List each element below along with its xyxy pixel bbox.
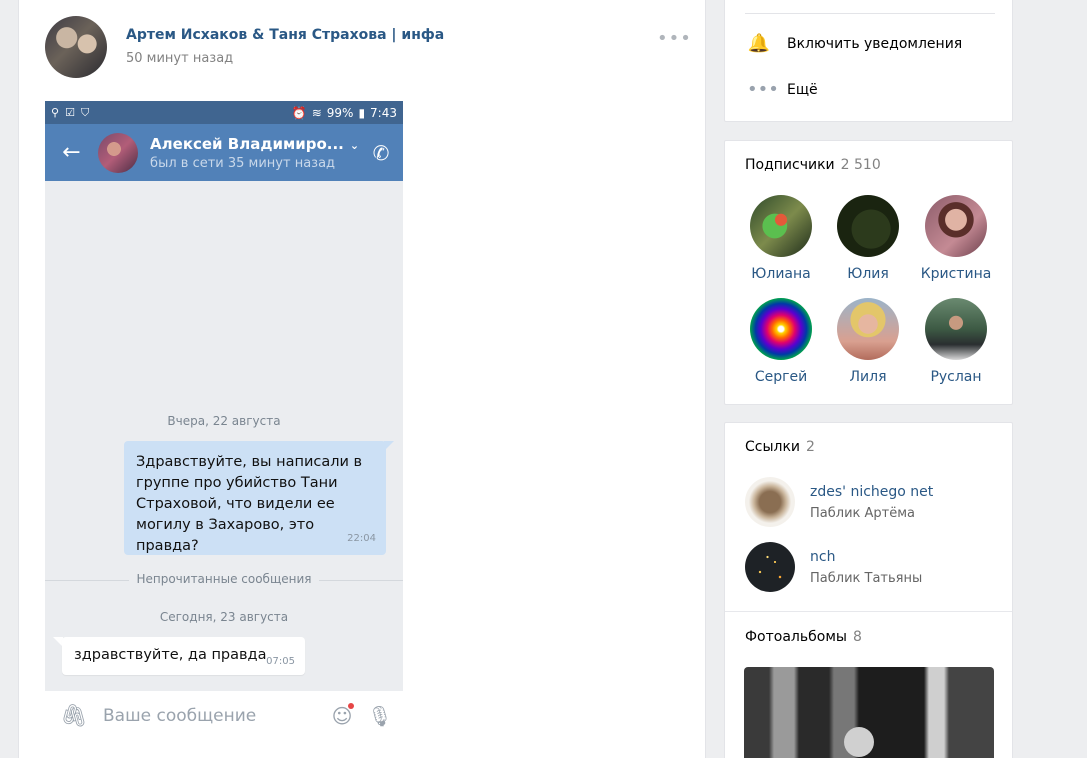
alarm-icon: ⏰ — [291, 105, 307, 120]
avatar — [837, 298, 899, 360]
group-actions-card: 🔔 Включить уведомления ••• Ещё — [724, 0, 1013, 122]
link-name[interactable]: zdes' nichego net — [810, 484, 933, 500]
chevron-down-icon: ⌄ — [349, 138, 360, 152]
outgoing-message-text: Здравствуйте, вы написали в группе про у… — [136, 454, 363, 554]
post-author-avatar[interactable] — [45, 16, 107, 78]
paperclip-icon: 🖇 — [60, 703, 88, 729]
enable-notifications-label: Включить уведомления — [787, 35, 963, 52]
bell-icon: 🔔 — [747, 33, 771, 54]
phone-call-icon: ✆ — [372, 140, 390, 165]
avatar — [745, 477, 795, 527]
chat-header: ← Алексей Владимиро... ⌄ был в сети 35 ми… — [45, 124, 403, 181]
unread-messages-label: Непрочитанные сообщения — [129, 572, 319, 586]
subscriber-name: Лиля — [849, 369, 887, 385]
subscribers-count: 2 510 — [840, 157, 881, 173]
battery-icon: ▮ — [358, 105, 366, 120]
links-count: 2 — [806, 439, 815, 455]
avatar — [750, 195, 812, 257]
incoming-message-time: 07:05 — [266, 656, 295, 667]
more-actions-label: Ещё — [787, 81, 818, 98]
avatar — [750, 298, 812, 360]
search-icon: ⚲ — [51, 106, 60, 119]
smile-icon: ☺ — [331, 703, 354, 728]
wall-post: Артем Исхаков & Таня Страхова | инфа 50 … — [18, 0, 706, 758]
day-separator-today: Сегодня, 23 августа — [159, 610, 289, 624]
albums-count: 8 — [852, 629, 862, 645]
chat-avatar — [98, 132, 139, 173]
post-author-link[interactable]: Артем Исхаков & Таня Страхова | инфа — [126, 27, 444, 43]
chat-last-seen: был в сети 35 минут назад — [150, 155, 336, 171]
more-horizontal-icon: ••• — [747, 79, 779, 100]
subscribers-card: Подписчики 2 510 Юлиана Юлия Кристина Сер… — [724, 140, 1013, 405]
more-horizontal-icon[interactable]: ••• — [657, 28, 692, 49]
outgoing-message: Здравствуйте, вы написали в группе про у… — [124, 441, 386, 555]
avatar — [925, 298, 987, 360]
subscriber-name: Юлия — [847, 266, 889, 282]
subscriber-item[interactable]: Юлия — [828, 195, 908, 282]
attached-screenshot[interactable]: ⚲ ☑ ⛉ ⏰ ≋ 99% ▮ 7:43 ← Алексей Владимиро… — [45, 101, 403, 691]
subscriber-item[interactable]: Руслан — [916, 298, 996, 385]
albums-title: Фотоальбомы — [745, 629, 847, 645]
incoming-message-text: здравствуйте, да правда — [74, 647, 267, 663]
day-separator-yesterday: Вчера, 22 августа — [167, 414, 281, 428]
subscriber-item[interactable]: Сергей — [741, 298, 821, 385]
link-item[interactable]: zdes' nichego net Паблик Артёма — [745, 477, 933, 527]
subscriber-name: Руслан — [930, 369, 982, 385]
chat-contact-name: Алексей Владимиро... — [150, 134, 344, 153]
subscriber-name: Юлиана — [751, 266, 811, 282]
enable-notifications-button[interactable]: 🔔 Включить уведомления — [747, 33, 962, 54]
subscriber-item[interactable]: Кристина — [916, 195, 996, 282]
albums-header[interactable]: Фотоальбомы 8 — [745, 629, 862, 645]
status-time: 7:43 — [370, 105, 397, 120]
battery-percent: 99% — [326, 105, 354, 120]
link-name[interactable]: nch — [810, 549, 922, 565]
microphone-icon: 🎙 — [367, 704, 393, 728]
back-arrow-icon: ← — [62, 140, 81, 165]
checklist-icon: ☑ — [65, 106, 75, 119]
album-cover[interactable] — [744, 667, 994, 758]
link-description: Паблик Артёма — [810, 505, 915, 521]
composer-placeholder: Ваше сообщение — [103, 706, 257, 726]
avatar — [745, 542, 795, 592]
subscribers-header[interactable]: Подписчики 2 510 — [745, 157, 881, 173]
links-header[interactable]: Ссылки 2 — [745, 439, 815, 455]
subscribers-title: Подписчики — [745, 157, 835, 173]
wifi-signal-icon: ≋ — [311, 105, 322, 120]
link-item[interactable]: nch Паблик Татьяны — [745, 542, 922, 592]
subscriber-name: Сергей — [754, 369, 808, 385]
subscriber-item[interactable]: Юлиана — [741, 195, 821, 282]
outgoing-message-time: 22:04 — [347, 533, 376, 544]
subscriber-item[interactable]: Лиля — [828, 298, 908, 385]
avatar — [925, 195, 987, 257]
more-actions-button[interactable]: ••• Ещё — [747, 79, 818, 100]
phone-status-bar: ⚲ ☑ ⛉ ⏰ ≋ 99% ▮ 7:43 — [45, 101, 403, 124]
post-timestamp[interactable]: 50 минут назад — [126, 51, 233, 66]
links-card: Ссылки 2 zdes' nichego net Паблик Артёма … — [724, 422, 1013, 758]
avatar — [837, 195, 899, 257]
subscriber-name: Кристина — [920, 266, 992, 282]
incoming-message: здравствуйте, да правда 07:05 — [62, 637, 305, 675]
phone-composer: 🖇 Ваше сообщение ☺ 🎙 — [45, 691, 403, 741]
link-description: Паблик Татьяны — [810, 570, 923, 586]
links-title: Ссылки — [745, 439, 801, 455]
shield-icon: ⛉ — [80, 105, 90, 119]
